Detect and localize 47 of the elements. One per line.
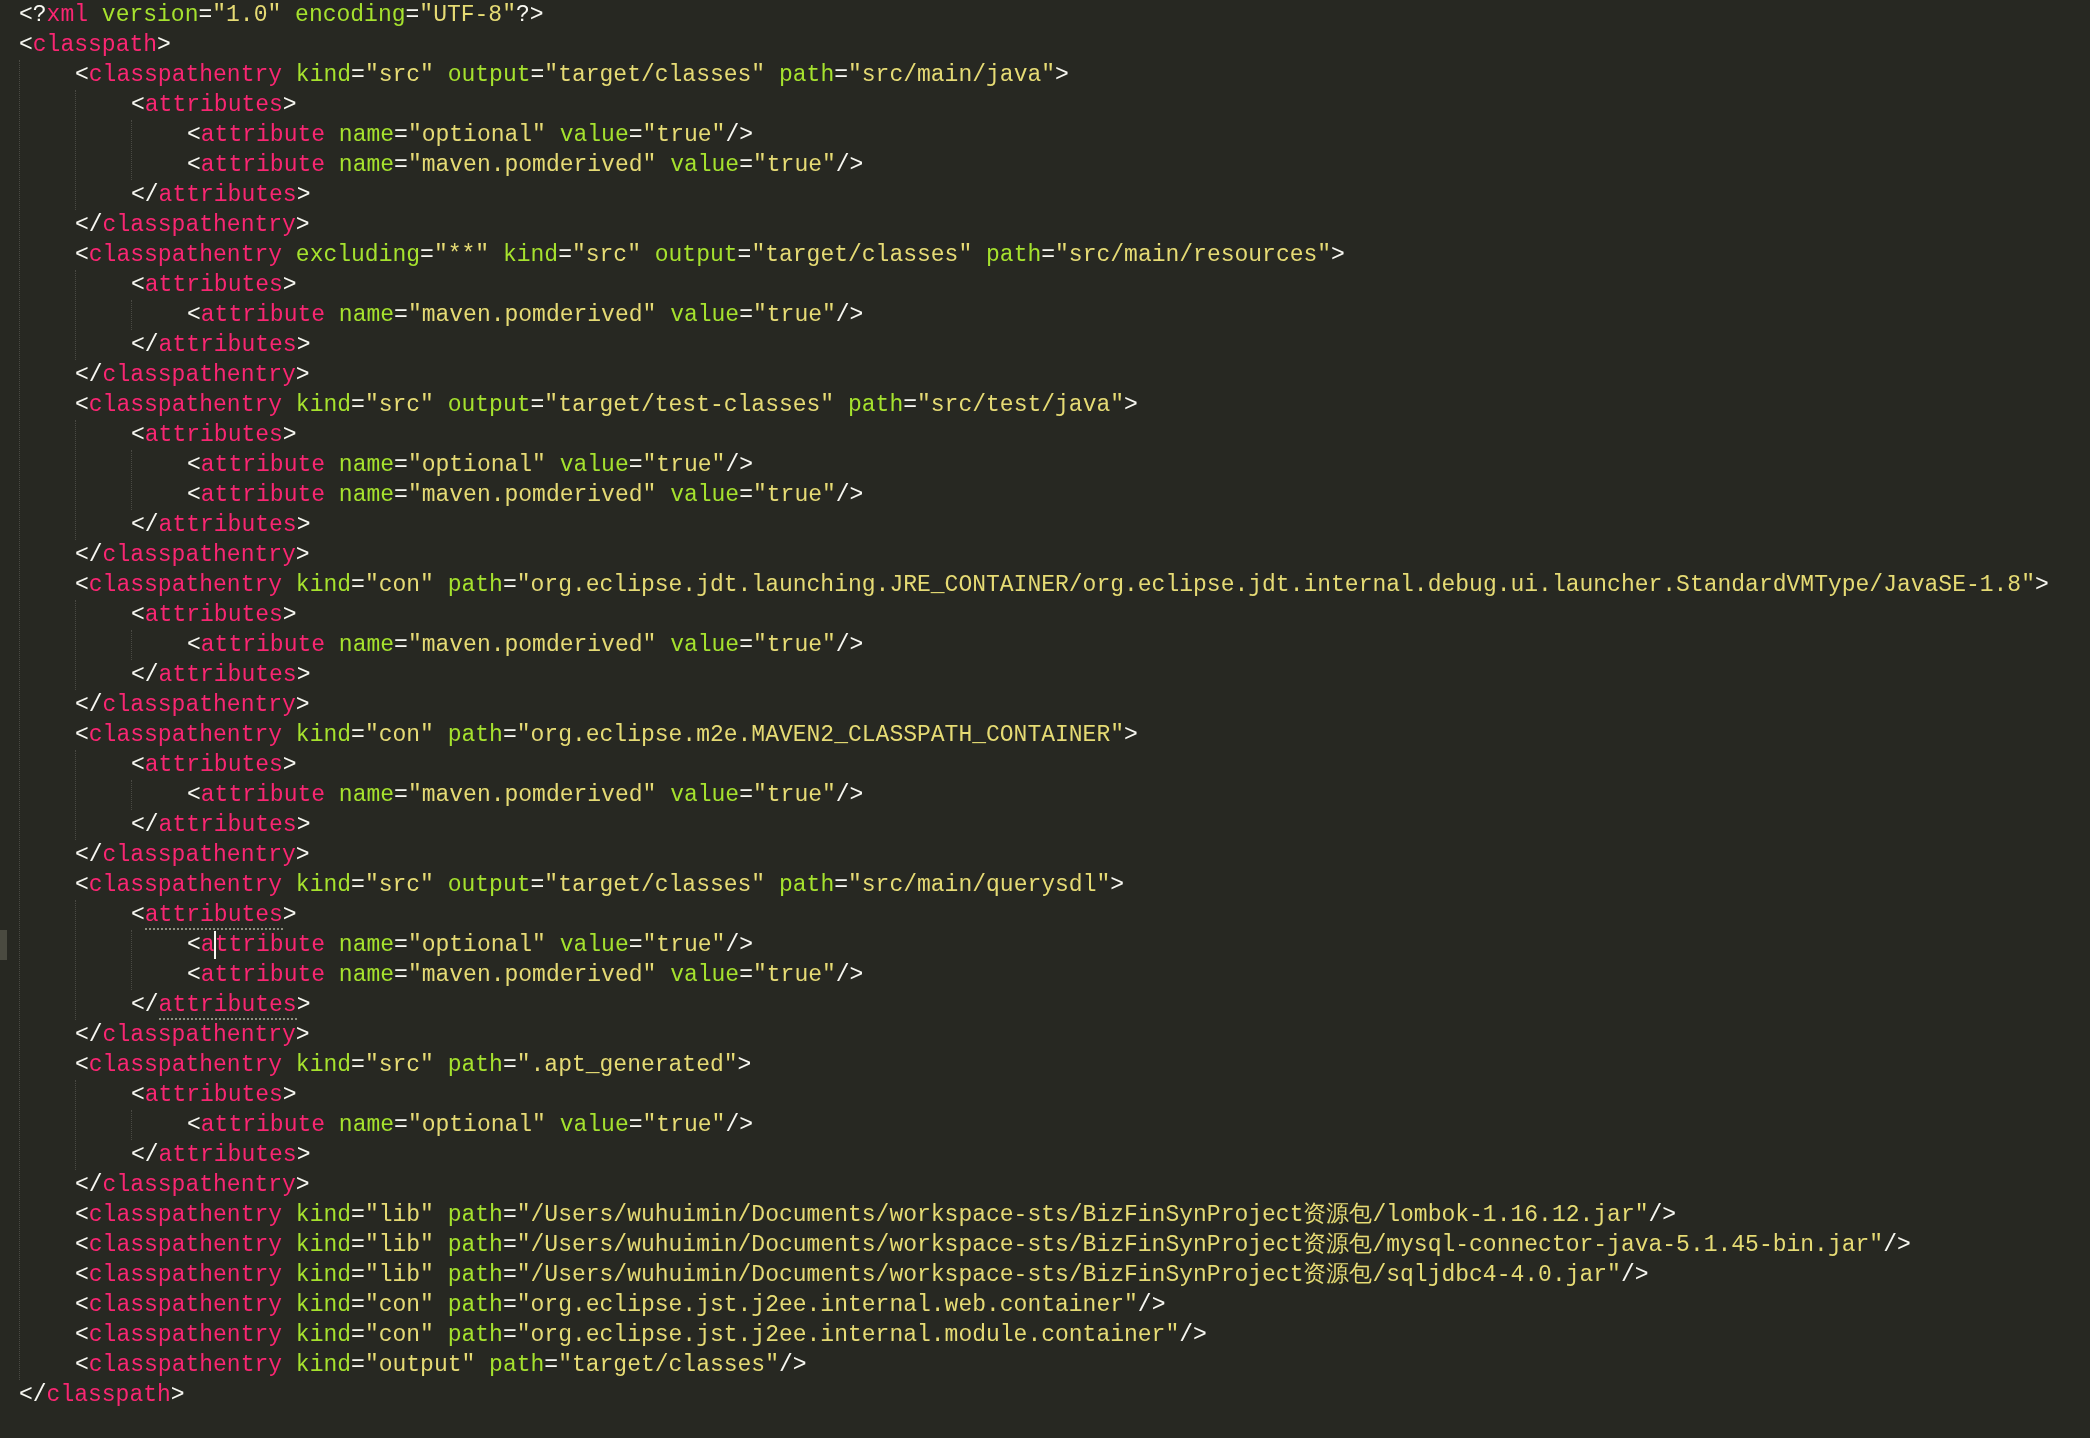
- code-line: <classpathentry kind="src" output="target/classes" path="src/main/java">: [75, 61, 1069, 90]
- code-line: <attribute name="maven.pomderived" value="true"/>: [187, 151, 864, 180]
- code-line: </classpathentry>: [75, 691, 310, 720]
- code-line: <attribute name="optional" value="true"/>: [187, 1111, 753, 1140]
- code-line: </classpathentry>: [75, 841, 310, 870]
- code-line: <?xml version="1.0" encoding="UTF-8"?>: [19, 1, 544, 30]
- code-line: </classpathentry>: [75, 1021, 310, 1050]
- code-line: <attribute name="maven.pomderived" value="true"/>: [187, 781, 864, 810]
- code-line: </classpathentry>: [75, 541, 310, 570]
- code-line: <attributes>: [131, 1081, 297, 1110]
- code-line: <classpathentry kind="output" path="target/classes"/>: [75, 1351, 807, 1380]
- code-line: </attributes>: [131, 991, 311, 1020]
- code-line: <attributes>: [131, 601, 297, 630]
- code-line: </attributes>: [131, 1141, 311, 1170]
- code-line: </classpathentry>: [75, 211, 310, 240]
- code-line: </classpathentry>: [75, 1171, 310, 1200]
- code-line: </attributes>: [131, 511, 311, 540]
- code-line: <attributes>: [131, 91, 297, 120]
- code-line: <classpathentry kind="src" output="target/test-classes" path="src/test/java">: [75, 391, 1138, 420]
- code-line: <classpathentry excluding="**" kind="src" output="target/classes" path="src/main/resources">: [75, 241, 1345, 270]
- code-line: <attribute name="optional" value="true"/>: [187, 930, 753, 960]
- code-line: </classpathentry>: [75, 361, 310, 390]
- code-line: <classpathentry kind="con" path="org.eclipse.jst.j2ee.internal.module.container"/>: [75, 1321, 1207, 1350]
- code-line: <classpathentry kind="con" path="org.eclipse.jdt.launching.JRE_CONTAINER/org.eclipse.jdt.internal.debug.ui.launcher.StandardVMType/JavaSE-1.8">: [75, 571, 2049, 600]
- code-line: </attributes>: [131, 661, 311, 690]
- code-line: </attributes>: [131, 331, 311, 360]
- code-line: <classpathentry kind="src" output="target/classes" path="src/main/querysdl">: [75, 871, 1125, 900]
- code-line: <classpathentry kind="con" path="org.eclipse.jst.j2ee.internal.web.container"/>: [75, 1291, 1166, 1320]
- code-line: <classpath>: [19, 31, 171, 60]
- code-line: <attribute name="optional" value="true"/>: [187, 451, 753, 480]
- code-line: </classpath>: [19, 1381, 185, 1410]
- code-line: <classpathentry kind="con" path="org.eclipse.m2e.MAVEN2_CLASSPATH_CONTAINER">: [75, 721, 1138, 750]
- code-line: <classpathentry kind="src" path=".apt_generated">: [75, 1051, 752, 1080]
- code-line: <attribute name="maven.pomderived" value="true"/>: [187, 961, 864, 990]
- code-line: <classpathentry kind="lib" path="/Users/wuhuimin/Documents/workspace-sts/BizFinSynProject资源包/lombok-1.16.12.jar"/>: [75, 1201, 1677, 1230]
- code-line: <classpathentry kind="lib" path="/Users/wuhuimin/Documents/workspace-sts/BizFinSynProject资源包/mysql-connector-java-5.1.45-bin.jar"/>: [75, 1231, 1911, 1260]
- code-line: <attributes>: [131, 421, 297, 450]
- code-line: </attributes>: [131, 181, 311, 210]
- code-line: <attribute name="maven.pomderived" value="true"/>: [187, 631, 864, 660]
- code-line: <attribute name="maven.pomderived" value="true"/>: [187, 301, 864, 330]
- code-line: <attribute name="optional" value="true"/>: [187, 121, 753, 150]
- code-line: <attributes>: [131, 751, 297, 780]
- code-line: <attributes>: [131, 901, 297, 930]
- code-line: <attribute name="maven.pomderived" value="true"/>: [187, 481, 864, 510]
- code-line: </attributes>: [131, 811, 311, 840]
- code-line: <classpathentry kind="lib" path="/Users/wuhuimin/Documents/workspace-sts/BizFinSynProject资源包/sqljdbc4-4.0.jar"/>: [75, 1261, 1649, 1290]
- code-line: <attributes>: [131, 271, 297, 300]
